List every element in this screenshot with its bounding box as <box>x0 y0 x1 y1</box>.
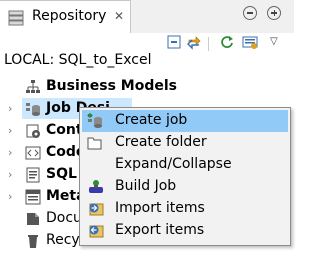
repository-panel: Repository ✕ ▽ LOCAL: SQL_to_Excel Busin… <box>0 0 294 259</box>
job-designs-icon <box>25 101 41 121</box>
code-icon <box>25 145 41 165</box>
toolbar-separator <box>208 37 209 51</box>
repository-tab[interactable]: Repository ✕ <box>0 0 131 33</box>
view-menu-icon[interactable] <box>242 34 260 54</box>
context-menu: Create job Create folder Expand/Collapse <box>79 107 291 246</box>
import-items-icon <box>87 201 105 221</box>
tree-item-label: Cont <box>46 122 83 138</box>
project-label: LOCAL: SQL_to_Excel <box>4 52 152 68</box>
tree-item-label: Docu <box>46 210 82 226</box>
refresh-icon[interactable] <box>219 34 235 54</box>
menu-item-label: Expand/Collapse <box>115 156 232 172</box>
close-icon[interactable]: ✕ <box>114 9 124 23</box>
tree-item-business-models[interactable]: Business Models <box>0 76 294 98</box>
expand-arrow-icon[interactable]: › <box>8 146 12 159</box>
tab-title: Repository <box>32 8 107 24</box>
create-job-icon <box>87 113 105 133</box>
export-items-icon <box>87 223 105 243</box>
menu-item-export-items[interactable]: Export items <box>82 220 288 242</box>
link-editor-icon[interactable] <box>186 34 202 54</box>
collapse-all-icon[interactable] <box>166 34 182 54</box>
menu-item-label: Create job <box>115 112 188 128</box>
menu-item-label: Export items <box>115 222 205 238</box>
menu-item-label: Create folder <box>115 134 207 150</box>
folder-icon <box>87 135 105 155</box>
maximize-icon[interactable] <box>267 6 281 20</box>
build-job-icon <box>87 179 105 199</box>
menu-item-create-job[interactable]: Create job <box>82 110 288 132</box>
menu-item-label: Import items <box>115 200 205 216</box>
menu-item-create-folder[interactable]: Create folder <box>82 132 288 154</box>
tree-item-label: SQL <box>46 166 77 182</box>
contexts-icon <box>25 123 41 143</box>
expand-arrow-icon[interactable]: › <box>8 168 12 181</box>
minimize-icon[interactable] <box>243 6 257 20</box>
tree-item-label: Business Models <box>46 78 177 94</box>
recycle-bin-icon <box>25 233 41 253</box>
expand-arrow-icon[interactable]: › <box>8 124 12 137</box>
metadata-icon <box>25 189 41 209</box>
view-dropdown-icon[interactable]: ▽ <box>270 36 278 47</box>
menu-item-import-items[interactable]: Import items <box>82 198 288 220</box>
documentation-icon <box>25 211 41 231</box>
menu-item-expand-collapse[interactable]: Expand/Collapse <box>82 154 288 176</box>
expand-arrow-icon[interactable]: › <box>8 102 12 115</box>
expand-arrow-icon[interactable]: › <box>8 190 12 203</box>
repository-icon <box>8 10 24 30</box>
menu-item-label: Build Job <box>115 178 177 194</box>
business-models-icon <box>25 79 41 99</box>
sql-icon <box>25 167 41 187</box>
menu-item-build-job[interactable]: Build Job <box>82 176 288 198</box>
view-header: Repository ✕ <box>0 0 294 33</box>
